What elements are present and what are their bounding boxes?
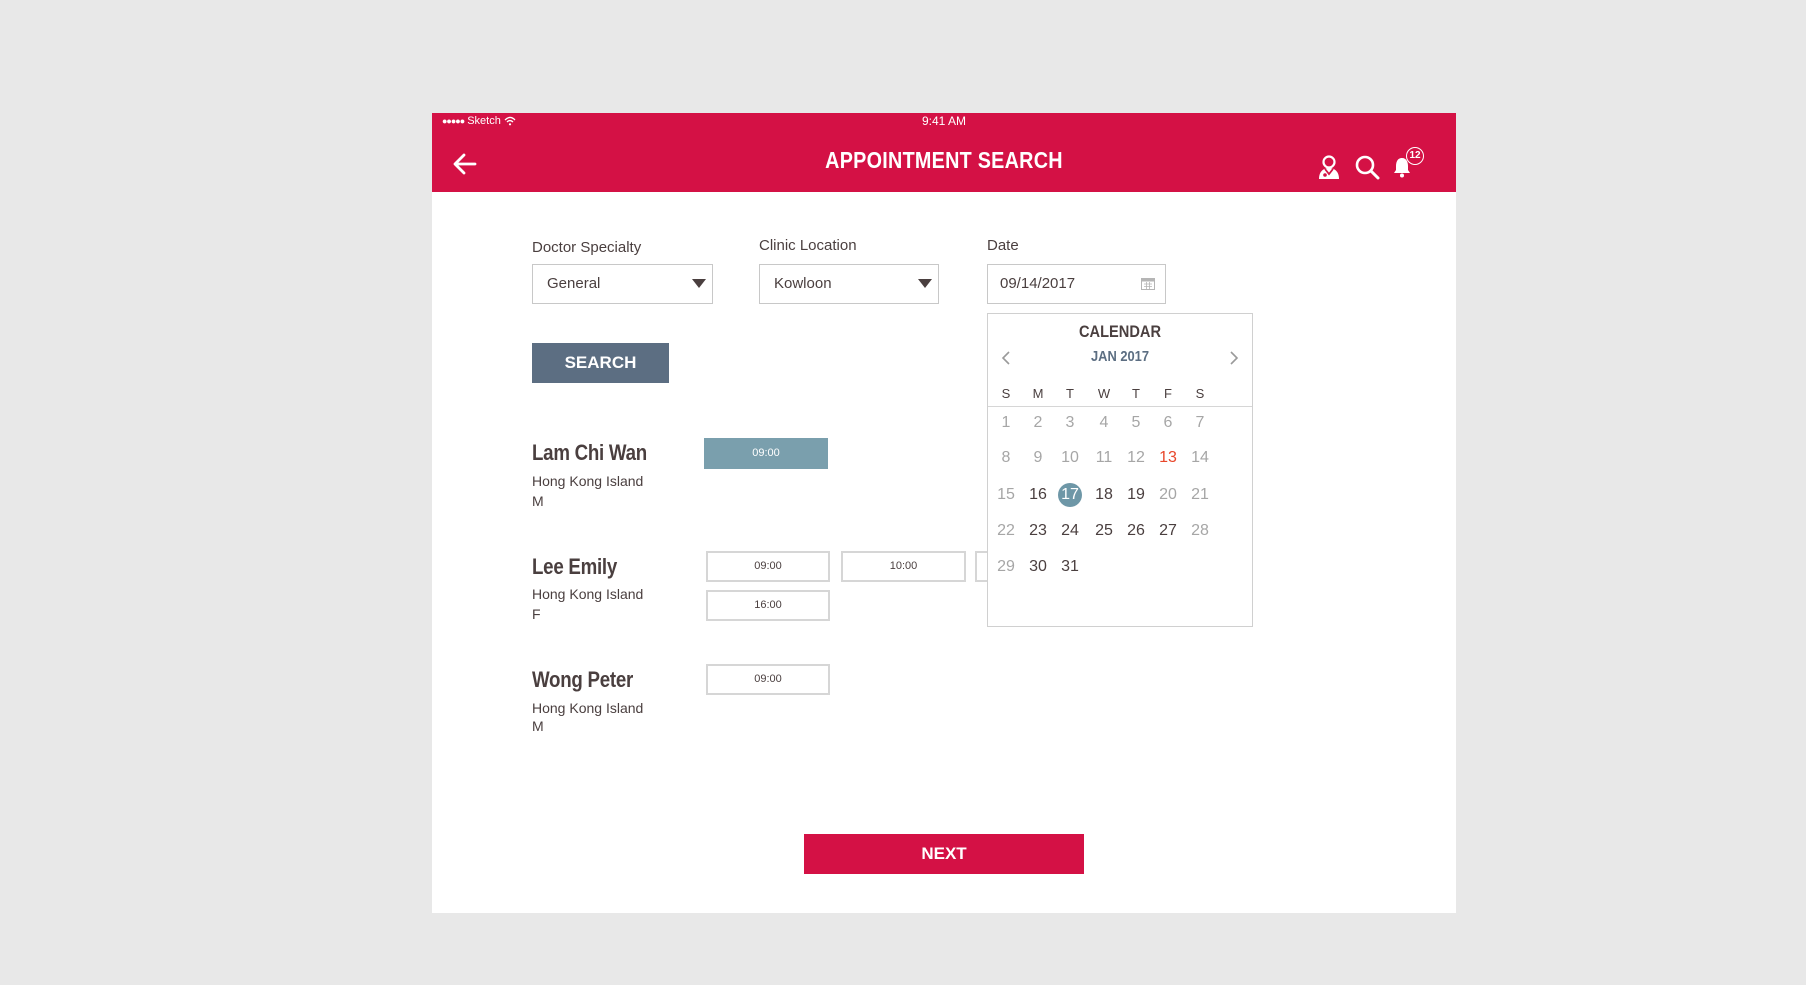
calendar-day[interactable]: 22 [991,518,1021,544]
calendar-day[interactable]: 25 [1089,518,1119,544]
calendar-day[interactable]: 10 [1055,445,1085,471]
weekday-label: F [1164,386,1172,401]
calendar-day[interactable]: 19 [1121,482,1151,508]
calendar-day[interactable]: 31 [1055,554,1085,580]
doctor-name: Lee Emily [532,554,618,579]
calendar-day[interactable]: 13 [1153,445,1183,471]
weekday-label: T [1066,386,1074,401]
app-header: ●●●●● Sketch 9:41 AM APPOINTMENT SEARCH [432,113,1456,192]
doctor-region: Hong Kong Island [532,700,644,716]
weekday-label: S [1001,386,1011,401]
weekday-label: M [1032,386,1044,401]
location-select[interactable]: Kowloon [759,264,939,304]
calendar-icon[interactable] [1141,277,1155,290]
weekday-label: W [1097,386,1111,401]
calendar-day[interactable]: 29 [991,554,1021,580]
page-title: APPOINTMENT SEARCH [825,147,1063,173]
calendar-day[interactable]: 17 [1055,482,1085,508]
specialty-select[interactable]: General [532,264,713,304]
calendar-day[interactable]: 7 [1185,410,1215,436]
doctor-region: Hong Kong Island [532,473,644,489]
calendar-day[interactable]: 8 [991,445,1021,471]
calendar-popup: CALENDAR JAN 2017 SMTWTFS 1 2 3 4 5 6 7 8 9 10 11 1… [987,313,1253,627]
doctor-name: Lam Chi Wan [532,440,647,465]
calendar-day[interactable]: 5 [1121,410,1151,436]
doctor-gender: F [532,606,541,622]
calendar-day[interactable]: 6 [1153,410,1183,436]
calendar-day[interactable]: 16 [1023,482,1053,508]
calendar-day[interactable]: 9 [1023,445,1053,471]
weekday-label: T [1132,386,1140,401]
doctor-gender: M [532,718,544,734]
calendar-day[interactable]: 20 [1153,482,1183,508]
app-screen: ●●●●● Sketch 9:41 AM APPOINTMENT SEARCH [432,113,1456,913]
calendar-day[interactable]: 28 [1185,518,1215,544]
calendar-day[interactable]: 27 [1153,518,1183,544]
calendar-weekday-row: SMTWTFS [988,386,1252,408]
doctor-name: Wong Peter [532,667,634,692]
next-button[interactable]: NEXT [804,834,1084,874]
doctor-region: Hong Kong Island [532,586,644,602]
notification-badge: 12 [1406,147,1424,165]
back-arrow-icon[interactable] [450,149,480,179]
date-input[interactable]: 09/14/2017 [987,264,1166,304]
time-slot[interactable]: 10:00 [841,551,966,582]
calendar-day[interactable]: 21 [1185,482,1215,508]
doctor-icon[interactable] [1316,154,1342,180]
calendar-day[interactable]: 11 [1089,445,1119,471]
calendar-day[interactable]: 18 [1089,482,1119,508]
chevron-down-icon [692,279,706,288]
weekday-label: S [1195,386,1205,401]
calendar-day[interactable]: 3 [1055,410,1085,436]
date-value: 09/14/2017 [1000,275,1076,292]
specialty-label: Doctor Specialty [532,239,642,256]
calendar-day[interactable]: 24 [1055,518,1085,544]
calendar-day[interactable]: 23 [1023,518,1053,544]
search-button[interactable]: SEARCH [532,343,669,383]
calendar-title: CALENDAR [1078,322,1162,341]
time-slot[interactable]: 09:00 [706,551,830,582]
calendar-day[interactable]: 26 [1121,518,1151,544]
search-icon[interactable] [1354,154,1380,180]
calendar-day[interactable]: 15 [991,482,1021,508]
specialty-value: General [547,275,601,292]
doctor-gender: M [532,493,544,509]
calendar-day[interactable]: 1 [991,410,1021,436]
calendar-day[interactable]: 14 [1185,445,1215,471]
calendar-day[interactable]: 30 [1023,554,1053,580]
time-slot[interactable]: 16:00 [706,590,830,621]
chevron-down-icon [918,279,932,288]
time-slot[interactable]: 09:00 [704,438,828,469]
calendar-day[interactable]: 4 [1089,410,1119,436]
chevron-right-icon[interactable] [1223,348,1243,368]
calendar-day[interactable]: 2 [1023,410,1053,436]
calendar-month: JAN 2017 [1090,348,1150,365]
location-value: Kowloon [774,275,832,292]
location-label: Clinic Location [759,237,857,254]
date-label: Date [987,237,1019,254]
calendar-divider [988,406,1252,407]
calendar-day[interactable]: 12 [1121,445,1151,471]
status-bar-time: 9:41 AM [921,114,967,128]
time-slot[interactable]: 09:00 [706,664,830,695]
